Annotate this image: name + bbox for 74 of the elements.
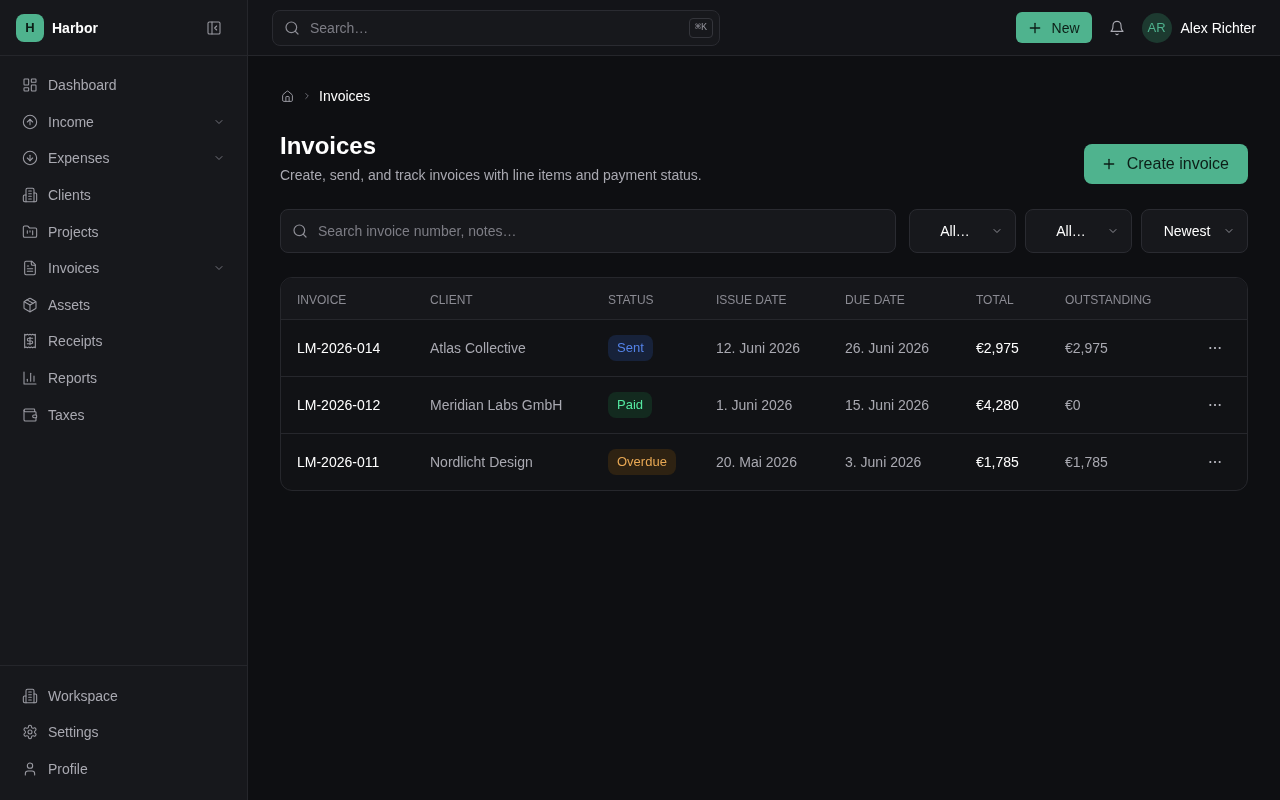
outstanding-amount: €0	[1065, 396, 1081, 415]
nav-item[interactable]: Expenses	[12, 140, 235, 177]
user-name: Alex Richter	[1180, 18, 1256, 38]
client-name: Meridian Labs GmbH	[430, 396, 563, 415]
user-icon	[22, 760, 38, 777]
nav-item[interactable]: Taxes	[12, 396, 235, 433]
home-icon[interactable]	[281, 89, 294, 103]
invoice-number: LM-2026-014	[297, 339, 381, 358]
column-header: DUE DATE	[845, 292, 905, 307]
column-header: STATUS	[608, 292, 654, 307]
nav-item[interactable]: Profile	[12, 750, 235, 787]
filter-dropdown[interactable]: All…	[1025, 209, 1132, 253]
total-amount: €2,975	[976, 339, 1019, 358]
invoice-number: LM-2026-011	[297, 453, 380, 472]
create-invoice-button[interactable]: Create invoice	[1083, 144, 1248, 184]
invoice-search-field[interactable]: Search invoice number, notes…	[280, 209, 896, 253]
dashboard-grid-icon	[22, 77, 38, 94]
shortcut-key: ⌘K	[688, 17, 713, 38]
total-amount: €1,785	[976, 453, 1019, 472]
bar-chart-icon	[22, 370, 38, 387]
settings-icon	[22, 724, 38, 741]
nav-item[interactable]: Assets	[12, 286, 235, 324]
column-header: ISSUE DATE	[716, 292, 787, 307]
notifications-bell-icon[interactable]	[1108, 19, 1125, 36]
new-button[interactable]: New	[1015, 12, 1092, 43]
due-date: 3. Juni 2026	[845, 453, 922, 472]
due-date: 26. Juni 2026	[845, 339, 930, 358]
building-icon	[22, 187, 38, 204]
brand-logo: H	[16, 13, 44, 42]
column-header: INVOICE	[297, 292, 347, 307]
wallet-icon	[22, 406, 38, 423]
search-icon	[284, 19, 300, 36]
nav-item[interactable]: Reports	[12, 359, 235, 397]
page-title: Invoices	[280, 131, 377, 161]
nav-item[interactable]: Projects	[12, 213, 235, 250]
invoice-number: LM-2026-012	[297, 396, 381, 415]
status-badge: Overdue	[608, 449, 676, 475]
nav-item[interactable]: Income	[12, 103, 235, 141]
page-subtitle: Create, send, and track invoices with line items and payment status.	[280, 166, 702, 185]
sidebar-toggle-icon[interactable]	[206, 19, 222, 36]
nav-item[interactable]: Settings	[12, 713, 235, 751]
folder-icon	[22, 223, 38, 240]
client-name: Nordlicht Design	[430, 453, 533, 472]
nav-item[interactable]: Invoices	[12, 249, 235, 287]
receipt-icon	[22, 333, 38, 350]
arrow-up-circle-icon	[22, 113, 38, 130]
issue-date: 12. Juni 2026	[716, 339, 801, 358]
status-badge: Sent	[608, 335, 653, 361]
cube-icon	[22, 296, 38, 313]
column-header: CLIENT	[430, 292, 473, 307]
brand-name: Harbor	[52, 18, 98, 38]
search-icon	[292, 223, 308, 239]
nav-item[interactable]: Dashboard	[12, 67, 235, 104]
breadcrumb-current: Invoices	[319, 87, 371, 106]
issue-date: 20. Mai 2026	[716, 453, 797, 472]
issue-date: 1. Juni 2026	[716, 396, 793, 415]
filter-dropdown[interactable]: All…	[909, 209, 1016, 253]
nav-item[interactable]: Clients	[12, 176, 235, 214]
client-name: Atlas Collective	[430, 339, 526, 358]
arrow-down-circle-icon	[22, 150, 38, 167]
user-avatar[interactable]: AR	[1141, 12, 1172, 43]
chevron-right-icon	[302, 91, 312, 101]
nav-item[interactable]: Receipts	[12, 323, 235, 360]
total-amount: €4,280	[976, 396, 1019, 415]
column-header: OUTSTANDING	[1065, 292, 1152, 307]
building-icon	[22, 687, 38, 704]
document-icon	[22, 260, 38, 277]
outstanding-amount: €2,975	[1065, 339, 1108, 358]
outstanding-amount: €1,785	[1065, 453, 1108, 472]
status-badge: Paid	[608, 392, 653, 418]
filter-dropdown[interactable]: Newest	[1141, 209, 1248, 253]
nav-item[interactable]: Workspace	[12, 677, 235, 714]
column-header: TOTAL	[976, 292, 1014, 307]
due-date: 15. Juni 2026	[845, 396, 930, 415]
